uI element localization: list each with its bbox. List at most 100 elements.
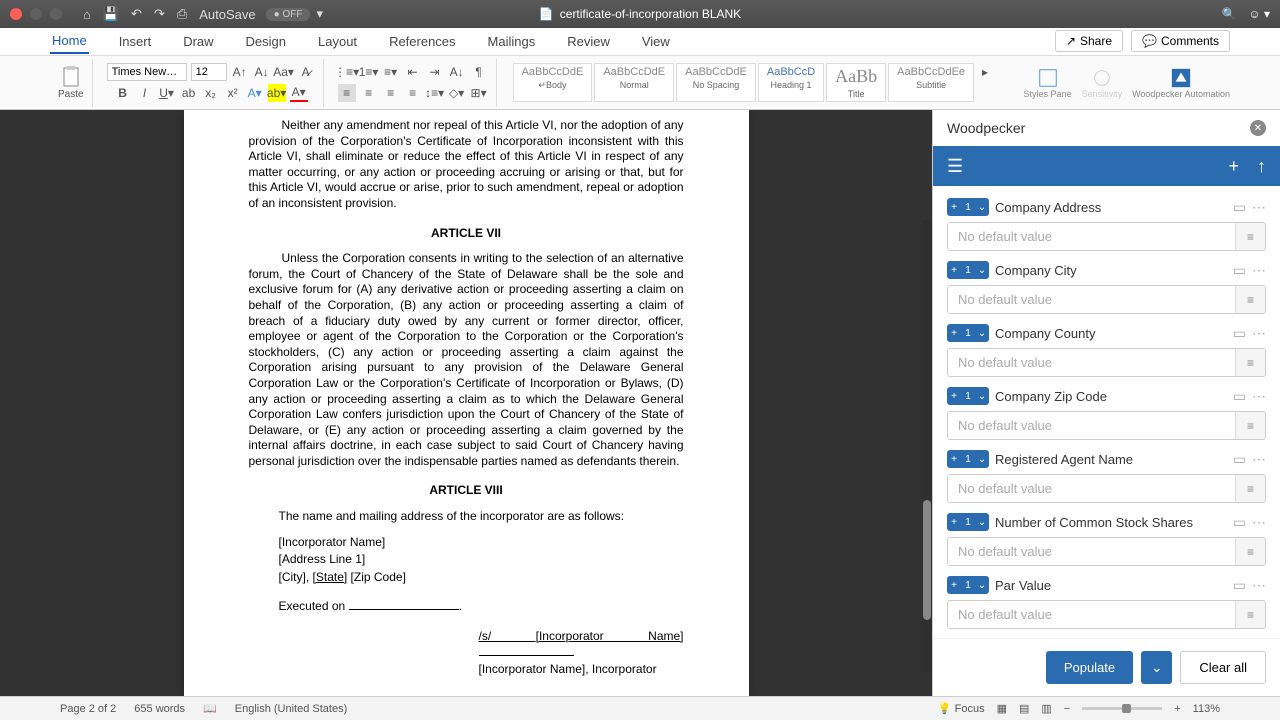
focus-mode[interactable]: 💡 Focus	[938, 702, 985, 715]
field-badges[interactable]: +1⌄	[947, 261, 989, 279]
tab-layout[interactable]: Layout	[316, 30, 359, 53]
zoom-out-icon[interactable]: −	[1064, 703, 1070, 715]
clear-all-button[interactable]: Clear all	[1180, 651, 1266, 684]
field-more-icon[interactable]: ⋯	[1252, 262, 1266, 279]
field-card-icon[interactable]: ▭	[1233, 514, 1246, 531]
grow-font-icon[interactable]: A↑	[231, 63, 249, 81]
qat-more[interactable]: ▾	[316, 6, 323, 22]
sensitivity-button[interactable]: Sensitivity	[1082, 67, 1123, 99]
multilevel-icon[interactable]: ≡▾	[382, 63, 400, 81]
add-icon[interactable]: +	[1228, 156, 1239, 177]
home-icon[interactable]: ⌂	[83, 7, 91, 22]
field-card-icon[interactable]: ▭	[1233, 451, 1246, 468]
field-value-input[interactable]	[948, 223, 1235, 250]
scrollbar[interactable]	[922, 220, 932, 672]
field-card-icon[interactable]: ▭	[1233, 577, 1246, 594]
field-more-icon[interactable]: ⋯	[1252, 514, 1266, 531]
zoom-slider[interactable]	[1082, 707, 1162, 710]
font-color-icon[interactable]: A▾	[290, 84, 308, 102]
spellcheck-icon[interactable]: 📖	[203, 702, 217, 715]
undo-icon[interactable]: ↶	[131, 6, 142, 22]
field-value-input[interactable]	[948, 412, 1235, 439]
change-case-icon[interactable]: Aa▾	[275, 63, 293, 81]
field-list-icon[interactable]: ≡	[1235, 349, 1265, 376]
print-icon[interactable]: ⎙	[177, 6, 187, 22]
font-family-select[interactable]	[107, 63, 187, 81]
populate-dropdown[interactable]: ⌄	[1141, 651, 1172, 684]
line-spacing-icon[interactable]: ↕≡▾	[426, 84, 444, 102]
tab-draw[interactable]: Draw	[181, 30, 215, 53]
tab-insert[interactable]: Insert	[117, 30, 154, 53]
view-print-icon[interactable]: ▦	[997, 702, 1007, 715]
strikethrough-icon[interactable]: ab	[180, 84, 198, 102]
sort-icon[interactable]: A↓	[448, 63, 466, 81]
tab-view[interactable]: View	[640, 30, 672, 53]
word-count[interactable]: 655 words	[134, 703, 185, 715]
field-value-input[interactable]	[948, 349, 1235, 376]
underline-icon[interactable]: U▾	[158, 84, 176, 102]
text-effects-icon[interactable]: A▾	[246, 84, 264, 102]
close-icon[interactable]: ✕	[1250, 120, 1266, 136]
autosave-toggle[interactable]: ● OFF	[266, 8, 311, 21]
clear-format-icon[interactable]: A̷	[297, 63, 315, 81]
highlight-icon[interactable]: ab▾	[268, 84, 286, 102]
field-value-input[interactable]	[948, 475, 1235, 502]
woodpecker-button[interactable]: Woodpecker Automation	[1132, 67, 1230, 99]
account-icon[interactable]: ☺ ▾	[1248, 7, 1270, 21]
populate-button[interactable]: Populate	[1046, 651, 1133, 684]
field-more-icon[interactable]: ⋯	[1252, 451, 1266, 468]
style-normal[interactable]: AaBbCcDdENormal	[594, 63, 674, 102]
field-list-icon[interactable]: ≡	[1235, 538, 1265, 565]
subscript-icon[interactable]: x₂	[202, 84, 220, 102]
field-badges[interactable]: +1⌄	[947, 198, 989, 216]
font-size-select[interactable]	[191, 63, 227, 81]
field-badges[interactable]: +1⌄	[947, 387, 989, 405]
zoom-level[interactable]: 113%	[1193, 703, 1220, 715]
field-badges[interactable]: +1⌄	[947, 513, 989, 531]
field-more-icon[interactable]: ⋯	[1252, 325, 1266, 342]
styles-gallery[interactable]: AaBbCcDdE↵Body AaBbCcDdENormal AaBbCcDdE…	[513, 63, 994, 102]
field-more-icon[interactable]: ⋯	[1252, 199, 1266, 216]
style-body[interactable]: AaBbCcDdE↵Body	[513, 63, 593, 102]
tab-mailings[interactable]: Mailings	[486, 30, 538, 53]
upload-icon[interactable]: ↑	[1257, 156, 1266, 177]
share-button[interactable]: ↗ Share	[1055, 30, 1123, 52]
field-value-input[interactable]	[948, 601, 1235, 628]
field-more-icon[interactable]: ⋯	[1252, 577, 1266, 594]
save-icon[interactable]: 💾	[103, 6, 119, 22]
field-card-icon[interactable]: ▭	[1233, 325, 1246, 342]
field-value-input[interactable]	[948, 286, 1235, 313]
field-card-icon[interactable]: ▭	[1233, 388, 1246, 405]
shading-icon[interactable]: ◇▾	[448, 84, 466, 102]
field-badges[interactable]: +1⌄	[947, 576, 989, 594]
tab-home[interactable]: Home	[50, 29, 89, 54]
styles-pane-button[interactable]: Styles Pane	[1024, 67, 1072, 99]
show-marks-icon[interactable]: ¶	[470, 63, 488, 81]
style-subtitle[interactable]: AaBbCcDdEeSubtitle	[888, 63, 974, 102]
justify-icon[interactable]: ≡	[404, 84, 422, 102]
close-window[interactable]	[10, 8, 22, 20]
decrease-indent-icon[interactable]: ⇤	[404, 63, 422, 81]
zoom-in-icon[interactable]: +	[1174, 703, 1180, 715]
view-web-icon[interactable]: ▤	[1019, 702, 1029, 715]
field-badges[interactable]: +1⌄	[947, 324, 989, 342]
shrink-font-icon[interactable]: A↓	[253, 63, 271, 81]
search-icon[interactable]: 🔍	[1221, 7, 1236, 21]
minimize-window[interactable]	[30, 8, 42, 20]
align-right-icon[interactable]: ≡	[382, 84, 400, 102]
field-more-icon[interactable]: ⋯	[1252, 388, 1266, 405]
style-nospacing[interactable]: AaBbCcDdENo Spacing	[676, 63, 756, 102]
field-card-icon[interactable]: ▭	[1233, 262, 1246, 279]
align-center-icon[interactable]: ≡	[360, 84, 378, 102]
view-outline-icon[interactable]: ▥	[1041, 702, 1051, 715]
style-heading1[interactable]: AaBbCcDHeading 1	[758, 63, 824, 102]
style-title[interactable]: AaBbTitle	[826, 63, 886, 102]
menu-icon[interactable]: ☰	[947, 156, 963, 177]
field-list-icon[interactable]: ≡	[1235, 412, 1265, 439]
tab-references[interactable]: References	[387, 30, 457, 53]
tab-review[interactable]: Review	[565, 30, 612, 53]
field-list-icon[interactable]: ≡	[1235, 601, 1265, 628]
field-value-input[interactable]	[948, 538, 1235, 565]
superscript-icon[interactable]: x²	[224, 84, 242, 102]
field-list-icon[interactable]: ≡	[1235, 223, 1265, 250]
